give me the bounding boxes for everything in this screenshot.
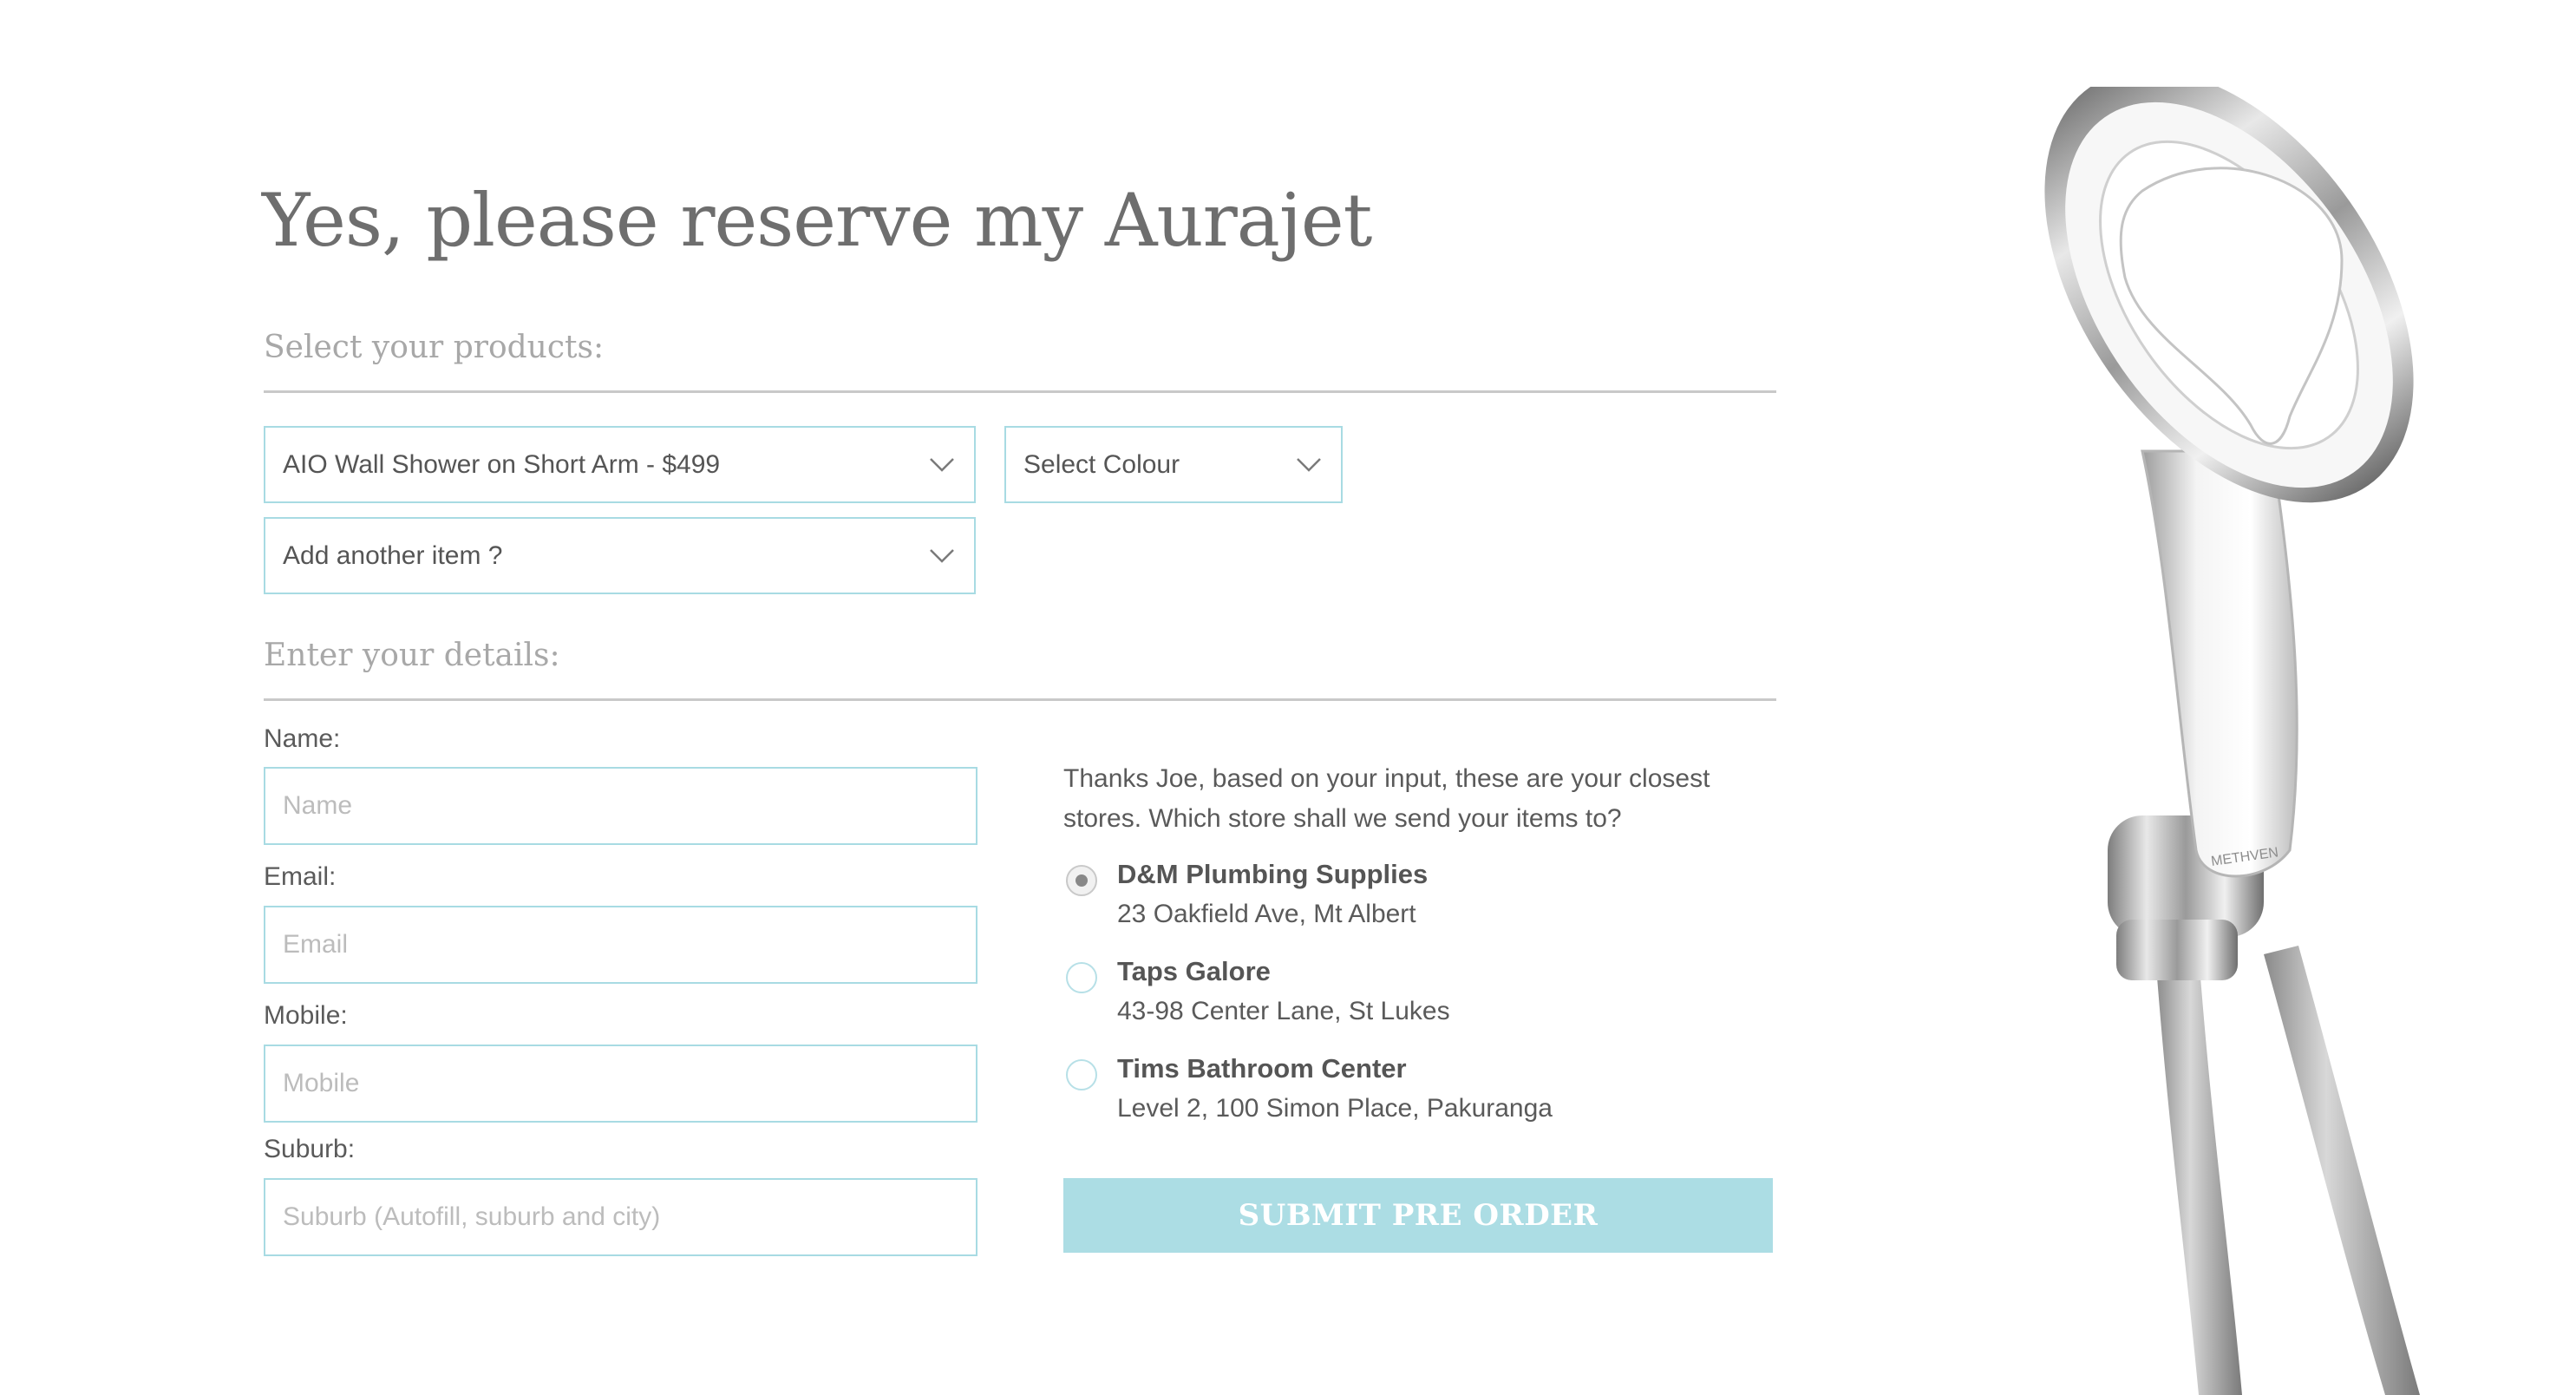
store-name: Tims Bathroom Center [1117, 1053, 1407, 1084]
mobile-input[interactable] [264, 1045, 977, 1123]
products-section-label: Select your products: [264, 330, 605, 365]
store-radio-taps-galore[interactable] [1066, 962, 1097, 993]
radio-selected-dot [1076, 874, 1088, 887]
add-item-select-value: Add another item ? [283, 540, 503, 570]
colour-select-value: Select Colour [1023, 449, 1180, 479]
details-section-label: Enter your details: [264, 638, 560, 673]
store-name: D&M Plumbing Supplies [1117, 859, 1429, 889]
chevron-down-icon [1297, 457, 1321, 472]
page-title: Yes, please reserve my Aurajet [262, 178, 1372, 263]
store-radio-dm-plumbing[interactable] [1066, 865, 1097, 896]
store-address: 43-98 Center Lane, St Lukes [1117, 997, 1450, 1025]
product-select-value: AIO Wall Shower on Short Arm - $499 [283, 449, 721, 479]
store-address: Level 2, 100 Simon Place, Pakuranga [1117, 1094, 1553, 1123]
store-address: 23 Oakfield Ave, Mt Albert [1117, 900, 1416, 928]
suburb-label: Suburb: [264, 1135, 356, 1163]
products-divider [264, 390, 1776, 393]
colour-select[interactable]: Select Colour [1004, 426, 1343, 503]
product-select[interactable]: AIO Wall Shower on Short Arm - $499 [264, 426, 976, 503]
suburb-input[interactable] [264, 1178, 977, 1256]
name-label: Name: [264, 724, 341, 753]
store-name: Taps Galore [1117, 956, 1271, 986]
chevron-down-icon [930, 457, 954, 472]
chevron-down-icon [930, 548, 954, 563]
stores-intro-line-1: Thanks Joe, based on your input, these a… [1063, 764, 1710, 793]
name-input[interactable] [264, 767, 977, 845]
submit-pre-order-button[interactable]: SUBMIT PRE ORDER [1063, 1178, 1773, 1253]
mobile-label: Mobile: [264, 1001, 348, 1030]
stores-intro: Thanks Joe, based on your input, these a… [1063, 759, 1757, 839]
stores-intro-line-2: stores. Which store shall we send your i… [1063, 804, 1622, 833]
details-divider [264, 698, 1776, 701]
store-radio-tims-bathroom[interactable] [1066, 1059, 1097, 1090]
add-item-select[interactable]: Add another item ? [264, 517, 976, 594]
email-input[interactable] [264, 906, 977, 984]
email-label: Email: [264, 862, 337, 891]
aurajet-shower-image: METHVEN [2044, 87, 2420, 1395]
